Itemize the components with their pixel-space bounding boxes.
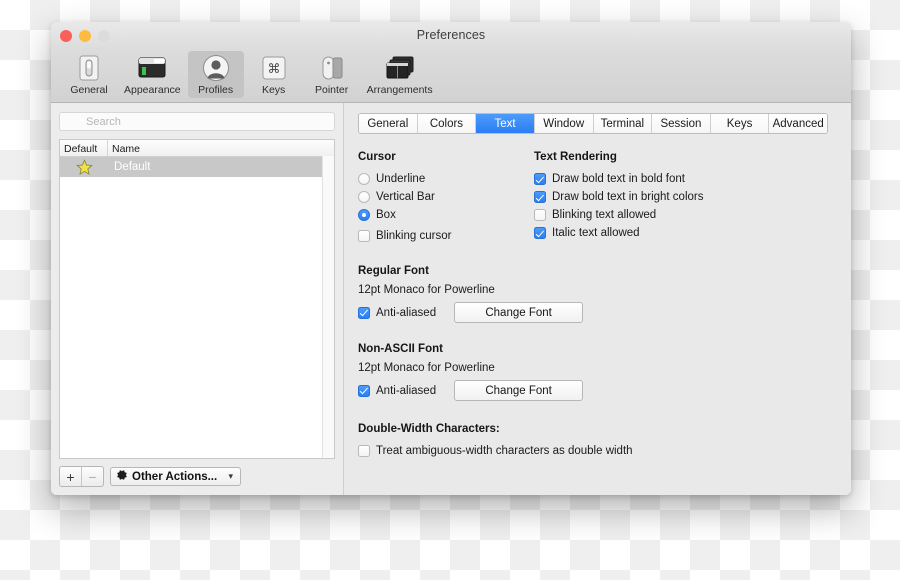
checkbox-icon[interactable]	[534, 209, 546, 221]
text-rendering-option-bright-colors[interactable]: Draw bold text in bright colors	[534, 188, 837, 206]
cursor-section-title: Cursor	[358, 151, 396, 163]
svg-text:⌘: ⌘	[267, 62, 280, 77]
profiles-sidebar: Search Default Name Default + − Other Ac…	[51, 103, 344, 495]
cursor-option-blinking[interactable]: Blinking cursor	[358, 227, 534, 245]
toolbar-item-keys[interactable]: ⌘ Keys	[246, 51, 302, 98]
tab-text[interactable]: Text	[476, 114, 535, 133]
windows-stack-icon	[385, 54, 415, 82]
option-label: Blinking text allowed	[552, 209, 657, 221]
tab-advanced[interactable]: Advanced	[769, 114, 827, 133]
toolbar-label: General	[70, 84, 108, 96]
toolbar-label: Keys	[261, 84, 286, 96]
profiles-list-header: Default Name	[60, 140, 334, 157]
toolbar-label: Appearance	[124, 84, 181, 96]
option-label: Italic text allowed	[552, 227, 640, 239]
tab-colors[interactable]: Colors	[417, 114, 477, 133]
option-label: Box	[376, 209, 396, 221]
remove-profile-button[interactable]: −	[82, 467, 103, 486]
checkbox-icon[interactable]	[358, 306, 370, 319]
cursor-section: Cursor Underline Vertical Bar Box Blinki…	[358, 151, 633, 460]
toolbar-item-appearance[interactable]: Appearance	[119, 51, 186, 98]
radio-icon[interactable]	[358, 209, 370, 221]
search-input[interactable]: Search	[86, 116, 121, 128]
toolbar-label: Pointer	[315, 84, 349, 96]
profiles-footer: + − Other Actions... ▾	[59, 466, 335, 487]
checkbox-icon[interactable]	[534, 227, 546, 239]
column-header-default[interactable]: Default	[60, 140, 108, 156]
chevron-down-icon: ▾	[228, 471, 233, 481]
other-actions-label: Other Actions...	[132, 470, 218, 483]
option-label: Vertical Bar	[376, 191, 435, 203]
add-remove-segment: + −	[59, 466, 104, 487]
checkbox-icon[interactable]	[358, 230, 370, 242]
text-settings-panel: General Colors Text Window Terminal Sess…	[344, 103, 851, 495]
text-rendering-option-bold-font[interactable]: Draw bold text in bold font	[534, 170, 837, 188]
tab-session[interactable]: Session	[652, 114, 711, 133]
radio-icon[interactable]	[358, 173, 370, 185]
antialias-label: Anti-aliased	[376, 384, 437, 397]
option-label: Underline	[376, 173, 426, 185]
checkbox-icon[interactable]	[358, 384, 370, 397]
profiles-list-scrollbar[interactable]	[322, 156, 334, 458]
option-label: Draw bold text in bright colors	[552, 191, 704, 203]
profiles-list-body: Default	[60, 157, 334, 458]
tab-terminal[interactable]: Terminal	[593, 114, 653, 133]
mouse-icon	[319, 54, 345, 82]
cursor-option-underline[interactable]: Underline	[358, 170, 534, 188]
checkbox-icon[interactable]	[534, 173, 546, 185]
radio-icon[interactable]	[358, 191, 370, 203]
window-title: Preferences	[416, 28, 486, 42]
preferences-toolbar: General Appearance Profiles ⌘ Keys Point…	[51, 50, 851, 103]
person-icon	[202, 54, 230, 82]
option-label: Draw bold text in bold font	[552, 173, 685, 185]
text-rendering-title: Text Rendering	[534, 151, 617, 163]
tab-keys[interactable]: Keys	[710, 114, 770, 133]
table-row[interactable]: Default	[60, 157, 334, 177]
toolbar-item-arrangements[interactable]: Arrangements	[362, 51, 438, 98]
toolbar-label: Arrangements	[366, 84, 433, 96]
antialias-label: Anti-aliased	[376, 306, 437, 319]
toolbar-item-general[interactable]: General	[61, 51, 117, 98]
checkbox-icon[interactable]	[358, 445, 370, 457]
window-content: Search Default Name Default + − Other Ac…	[51, 103, 851, 495]
settings-columns: Cursor Underline Vertical Bar Box Blinki…	[358, 151, 837, 460]
toolbar-item-pointer[interactable]: Pointer	[304, 51, 360, 98]
star-icon	[60, 158, 108, 176]
tab-general[interactable]: General	[359, 114, 418, 133]
tab-window[interactable]: Window	[534, 114, 594, 133]
cursor-option-box[interactable]: Box	[358, 206, 534, 224]
settings-tabbar: General Colors Text Window Terminal Sess…	[358, 113, 828, 134]
column-header-name[interactable]: Name	[108, 140, 334, 156]
other-actions-button[interactable]: Other Actions... ▾	[110, 467, 241, 486]
window-titlebar: Preferences	[51, 22, 851, 50]
gear-icon	[116, 468, 128, 486]
cursor-option-vertical-bar[interactable]: Vertical Bar	[358, 188, 534, 206]
switch-icon	[77, 54, 101, 82]
add-profile-button[interactable]: +	[60, 467, 82, 486]
window-icon	[137, 54, 167, 82]
text-rendering-option-italic[interactable]: Italic text allowed	[534, 224, 837, 242]
command-key-icon: ⌘	[261, 54, 287, 82]
text-rendering-option-blinking[interactable]: Blinking text allowed	[534, 206, 837, 224]
preferences-window: Preferences General Appearance Profiles …	[51, 22, 851, 495]
profiles-list: Default Name Default	[59, 139, 335, 459]
toolbar-item-profiles[interactable]: Profiles	[187, 51, 244, 98]
search-field[interactable]: Search	[59, 112, 335, 131]
profile-name: Default	[114, 161, 151, 173]
text-rendering-section: Text Rendering Draw bold text in bold fo…	[534, 151, 837, 460]
option-label: Blinking cursor	[376, 230, 452, 242]
toolbar-label: Profiles	[198, 84, 234, 96]
checkbox-icon[interactable]	[534, 191, 546, 203]
